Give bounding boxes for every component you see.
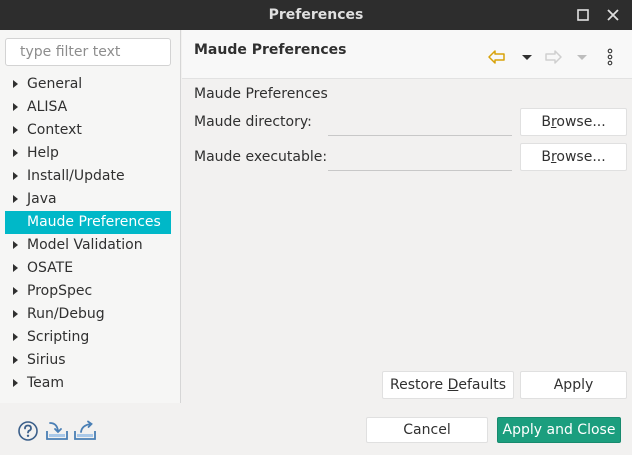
maximize-icon[interactable]	[575, 7, 591, 23]
tree-item[interactable]: Run/Debug	[5, 303, 171, 326]
tree-item-label: Maude Preferences	[27, 214, 161, 230]
tree-item-label: Context	[27, 122, 82, 138]
maude-directory-field[interactable]	[328, 110, 512, 136]
tree-item[interactable]: OSATE	[5, 257, 171, 280]
preference-tree-pane: General ALISA Context Help Install/Update Jav…	[0, 30, 181, 403]
tree-item-label: Install/Update	[27, 168, 125, 184]
help-icon[interactable]	[17, 420, 41, 442]
expand-arrow-icon[interactable]	[13, 126, 18, 134]
page-title: Maude Preferences	[194, 42, 347, 58]
expand-arrow-icon[interactable]	[13, 264, 18, 272]
tree-item[interactable]: Context	[5, 119, 171, 142]
expand-arrow-icon[interactable]	[13, 172, 18, 180]
cancel-button[interactable]: Cancel	[366, 417, 488, 443]
tree-item[interactable]: Install/Update	[5, 165, 171, 188]
view-menu-icon[interactable]	[600, 47, 620, 67]
tree-item-label: OSATE	[27, 260, 74, 276]
browse-directory-button[interactable]: Browse...	[520, 108, 627, 136]
tree-item-label: Team	[27, 375, 65, 391]
restore-defaults-button[interactable]: Restore Defaults	[382, 371, 514, 399]
apply-and-close-button[interactable]: Apply and Close	[497, 417, 621, 443]
tree-item-label: ALISA	[27, 99, 68, 115]
tree-item[interactable]: Help	[5, 142, 171, 165]
maude-directory-label: Maude directory:	[194, 114, 312, 130]
apply-button[interactable]: Apply	[520, 371, 627, 399]
expand-arrow-icon[interactable]	[13, 195, 18, 203]
filter-input[interactable]	[5, 38, 171, 66]
tree-item-label: Model Validation	[27, 237, 143, 253]
expand-arrow-icon[interactable]	[13, 379, 18, 387]
tree-item[interactable]: ALISA	[5, 96, 171, 119]
maude-executable-label: Maude executable:	[194, 149, 328, 165]
tree-item[interactable]: Team	[5, 372, 171, 395]
tree-item[interactable]: Model Validation	[5, 234, 171, 257]
expand-arrow-icon[interactable]	[13, 241, 18, 249]
window-title: Preferences	[268, 7, 364, 23]
section-label: Maude Preferences	[194, 86, 328, 102]
tree-item-label: PropSpec	[27, 283, 93, 299]
export-icon[interactable]	[73, 420, 97, 442]
tree-item[interactable]: Maude Preferences	[5, 211, 171, 234]
back-arrow-icon[interactable]	[487, 47, 507, 67]
maude-executable-field[interactable]	[328, 145, 512, 171]
close-icon[interactable]	[605, 7, 621, 23]
tree-item-label: Sirius	[27, 352, 66, 368]
forward-arrow-icon[interactable]	[543, 47, 563, 67]
expand-arrow-icon[interactable]	[13, 356, 18, 364]
expand-arrow-icon[interactable]	[13, 310, 18, 318]
tree-item-label: Java	[27, 191, 57, 207]
tree-item[interactable]: Sirius	[5, 349, 171, 372]
tree-item[interactable]: General	[5, 73, 171, 96]
page-header: Maude Preferences	[182, 30, 632, 79]
expand-arrow-icon[interactable]	[13, 149, 18, 157]
tree-item-label: Scripting	[27, 329, 90, 345]
import-icon[interactable]	[45, 420, 69, 442]
browse-executable-button[interactable]: Browse...	[520, 143, 627, 171]
tree-item[interactable]: Scripting	[5, 326, 171, 349]
forward-history-dropdown-icon[interactable]	[572, 47, 592, 67]
expand-arrow-icon[interactable]	[13, 287, 18, 295]
expand-arrow-icon[interactable]	[13, 80, 18, 88]
tree-item-label: General	[27, 76, 83, 92]
back-history-dropdown-icon[interactable]	[517, 47, 537, 67]
tree-item-label: Run/Debug	[27, 306, 105, 322]
preference-tree: General ALISA Context Help Install/Update Jav…	[5, 73, 171, 395]
tree-item[interactable]: Java	[5, 188, 171, 211]
expand-arrow-icon[interactable]	[13, 103, 18, 111]
tree-item[interactable]: PropSpec	[5, 280, 171, 303]
expand-arrow-icon[interactable]	[13, 333, 18, 341]
preference-page: Maude Preferences Maude Preferences Maud…	[182, 30, 632, 403]
tree-item-label: Help	[27, 145, 59, 161]
title-bar: Preferences	[0, 0, 632, 30]
